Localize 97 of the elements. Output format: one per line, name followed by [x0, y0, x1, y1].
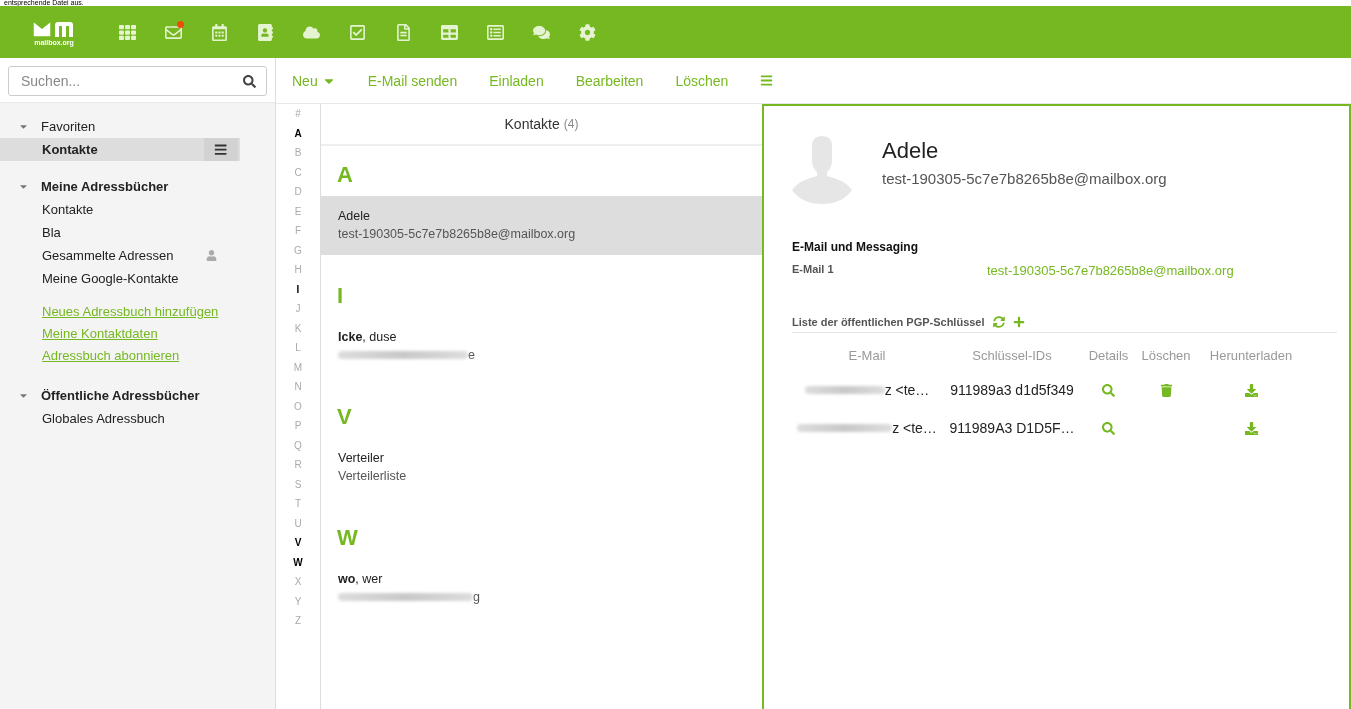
contact-email: test-190305-5c7e7b8265b8e@mailbox.org	[882, 170, 1167, 187]
toolbar-button[interactable]: Bearbeiten	[575, 72, 660, 89]
table-cell-text: 911989a3 d1d5f349	[949, 381, 1075, 400]
table-cell: z <te…	[792, 373, 942, 407]
alphabet-letter[interactable]: N	[294, 381, 302, 401]
alphabet-letter[interactable]: E	[294, 205, 302, 225]
menu-icon	[214, 142, 228, 157]
document-icon	[394, 23, 412, 41]
section-title: Öffentliche Adressbücher	[41, 388, 200, 403]
toolbar-button[interactable]: Löschen	[675, 72, 745, 89]
search-icon	[243, 74, 256, 88]
alphabet-letter[interactable]: J	[295, 303, 301, 323]
calendar-icon	[210, 23, 228, 41]
toolbar-button[interactable]: Neu	[292, 72, 352, 89]
grid-icon	[118, 23, 136, 41]
table-icon	[440, 23, 458, 41]
chat-icon	[532, 23, 550, 41]
group-letter: W	[336, 524, 359, 547]
alphabet-letter[interactable]: D	[294, 186, 302, 206]
contact-item[interactable]: wo, wer g	[321, 559, 762, 618]
sidebar-link[interactable]: Adressbuch abonnieren	[42, 348, 180, 363]
download-button[interactable]	[1244, 421, 1258, 435]
contact-count: (4)	[563, 117, 579, 131]
section-title: Favoriten	[41, 119, 96, 134]
alphabet-letter[interactable]: C	[294, 166, 302, 186]
table-cell: z <te…	[792, 411, 942, 445]
search-button[interactable]	[1102, 383, 1115, 397]
alphabet-letter[interactable]: R	[294, 459, 302, 479]
trash-icon	[1159, 383, 1173, 397]
field-label: E-Mail 1	[792, 263, 835, 277]
alphabet-letter[interactable]: K	[294, 322, 302, 342]
alphabet-letter[interactable]: O	[294, 400, 302, 420]
contact-name: Adele	[882, 138, 940, 164]
sidebar-item[interactable]: Gesammelte Adressen	[0, 244, 240, 267]
toolbar-button[interactable]: E-Mail senden	[367, 72, 474, 89]
settings-icon	[578, 23, 596, 41]
alphabet-letter[interactable]: T	[294, 498, 302, 518]
alphabet-letter[interactable]: S	[294, 478, 302, 498]
alphabet-letter[interactable]: W	[293, 556, 303, 576]
alphabet-letter[interactable]: M	[293, 361, 303, 381]
avatar-icon	[792, 136, 852, 204]
sidebar-item[interactable]: Globales Adressbuch	[0, 407, 240, 430]
column-header: Löschen	[1140, 347, 1192, 365]
group-letter: A	[336, 161, 354, 184]
search-button[interactable]	[1102, 421, 1115, 435]
contact-item[interactable]: Icke, duse e	[321, 317, 762, 376]
email-link[interactable]: test-190305-5c7e7b8265b8e@mailbox.org	[987, 263, 1337, 278]
download-button[interactable]	[1244, 383, 1258, 397]
download-icon	[1244, 421, 1258, 435]
sidebar-item[interactable]: Kontakte	[0, 138, 240, 161]
sidebar-item[interactable]: Meine Google-Kontakte	[0, 267, 240, 290]
alphabet-letter[interactable]: I	[296, 283, 300, 303]
search-icon	[1102, 383, 1115, 397]
contact-item[interactable]: Verteiler Verteilerliste	[321, 438, 762, 497]
trash-button[interactable]	[1159, 383, 1173, 397]
search-icon	[1102, 421, 1115, 435]
alphabet-letter[interactable]: A	[294, 127, 302, 147]
alphabet-letter[interactable]: Z	[294, 615, 302, 635]
alphabet-letter[interactable]: B	[294, 147, 302, 167]
column-header: Schlüssel-IDs	[971, 347, 1053, 365]
alphabet-letter[interactable]: U	[294, 517, 302, 537]
alphabet-letter[interactable]: Y	[294, 595, 302, 615]
sidebar-item[interactable]: Bla	[0, 221, 240, 244]
alphabet-letter[interactable]: F	[294, 225, 302, 245]
group-letter: I	[336, 282, 345, 305]
column-header: Details	[1087, 347, 1130, 365]
alphabet-letter[interactable]: X	[294, 576, 302, 596]
table-cell-text: 911989A3 D1D5F…	[948, 419, 1076, 438]
column-header: Herunterladen	[1208, 347, 1294, 365]
envelope-icon	[164, 23, 182, 41]
search-field[interactable]: Suchen...	[8, 66, 267, 96]
refresh-icon[interactable]	[992, 316, 1005, 328]
section-title: Meine Adressbücher	[41, 179, 169, 194]
pgp-title: Liste der öffentlichen PGP-Schlüssel	[792, 316, 985, 328]
plus-icon[interactable]	[1012, 316, 1025, 328]
alphabet-letter[interactable]: P	[294, 420, 302, 440]
column-header: E-Mail	[847, 347, 887, 365]
sidebar-link[interactable]: Neues Adressbuch hinzufügen	[42, 304, 219, 319]
contact-item[interactable]: Adele test-190305-5c7e7b8265b8e@mailbox.org	[321, 196, 762, 255]
sidebar-item[interactable]: Kontakte	[0, 198, 240, 221]
alphabet-letter[interactable]: Q	[294, 439, 302, 459]
alphabet-letter[interactable]: #	[295, 108, 301, 128]
checkbox-icon	[348, 23, 366, 41]
menu-button[interactable]	[204, 138, 238, 161]
section-title: E-Mail und Messaging	[792, 240, 919, 254]
sidebar-link[interactable]: Meine Kontaktdaten	[42, 326, 158, 341]
alphabet-letter[interactable]: L	[295, 342, 301, 362]
toolbar-button[interactable]: Einladen	[489, 72, 560, 89]
list-title: Kontakte	[504, 116, 560, 132]
group-letter: V	[336, 403, 353, 426]
alphabet-letter[interactable]: G	[294, 244, 302, 264]
list-window-icon	[486, 23, 504, 41]
menu-icon[interactable]	[760, 74, 774, 87]
address-book-icon	[256, 23, 274, 41]
download-icon	[1244, 383, 1258, 397]
alphabet-letter[interactable]: V	[294, 537, 302, 557]
alphabet-letter[interactable]: H	[294, 264, 302, 284]
